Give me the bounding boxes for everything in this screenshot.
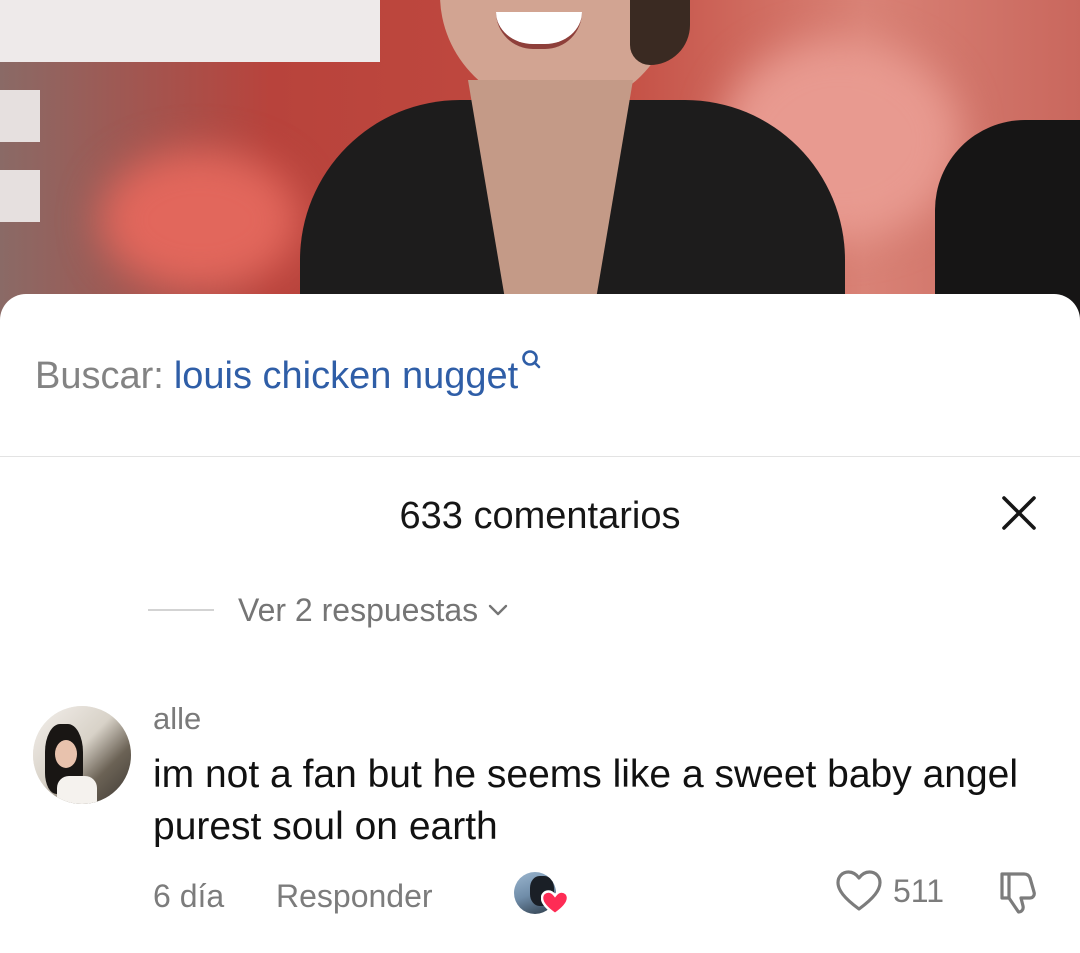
backdrop-glow [100, 150, 300, 290]
comment-text: im not a fan but he seems like a sweet b… [153, 753, 1019, 848]
close-icon [1002, 496, 1036, 530]
close-button[interactable] [994, 490, 1044, 540]
view-replies-button[interactable]: Ver 2 respuestas [148, 590, 510, 630]
comments-count-title: 633 comentarios [399, 495, 681, 537]
view-replies-label[interactable]: Ver 2 respuestas [238, 592, 478, 629]
search-query-link[interactable]: louis chicken nugget [174, 355, 518, 397]
replies-divider-line [148, 609, 214, 611]
avatar[interactable] [33, 706, 131, 804]
search-prefix: Buscar: [35, 355, 164, 397]
comment-timestamp: 6 día [153, 878, 225, 914]
backdrop-stripe [0, 170, 40, 222]
creator-liked-badge [514, 872, 570, 918]
search-suggestion[interactable]: Buscar: louis chicken nugget [35, 348, 542, 404]
backdrop-stripe [0, 90, 40, 142]
heart-badge-icon [541, 890, 569, 916]
dislike-icon[interactable] [994, 866, 1044, 916]
comments-sheet: Buscar: louis chicken nugget 633 comentar… [0, 294, 1080, 953]
like-button[interactable]: 511 [835, 866, 944, 916]
heart-icon[interactable] [835, 869, 883, 913]
search-icon [520, 348, 542, 374]
divider [0, 456, 1080, 457]
person-hair [630, 0, 690, 65]
reply-button[interactable]: Responder [276, 874, 433, 918]
comment-username[interactable]: alle [153, 698, 201, 740]
like-count: 511 [893, 872, 945, 909]
backdrop-panel [0, 0, 380, 62]
chevron-down-icon [486, 598, 510, 622]
video-background[interactable] [0, 0, 1080, 330]
